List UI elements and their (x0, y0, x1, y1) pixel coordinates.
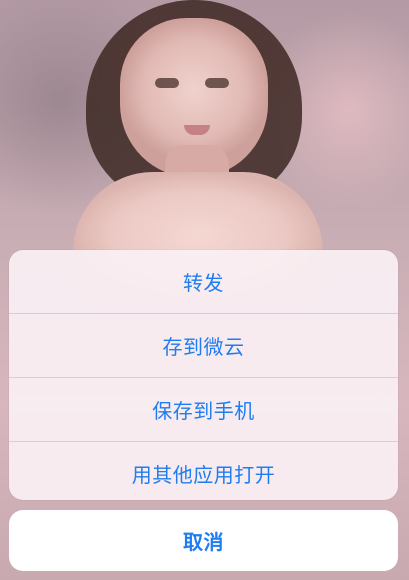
action-save-to-weiyun-button[interactable]: 存到微云 (9, 313, 398, 377)
photo-eye-left (155, 78, 179, 88)
action-open-in-other-app-button[interactable]: 用其他应用打开 (9, 441, 398, 500)
action-sheet: 转发 存到微云 保存到手机 用其他应用打开 (9, 250, 398, 500)
cancel-button[interactable]: 取消 (9, 510, 398, 571)
action-save-to-phone-button[interactable]: 保存到手机 (9, 377, 398, 441)
photo-eye-right (205, 78, 229, 88)
action-forward-button[interactable]: 转发 (9, 250, 398, 313)
